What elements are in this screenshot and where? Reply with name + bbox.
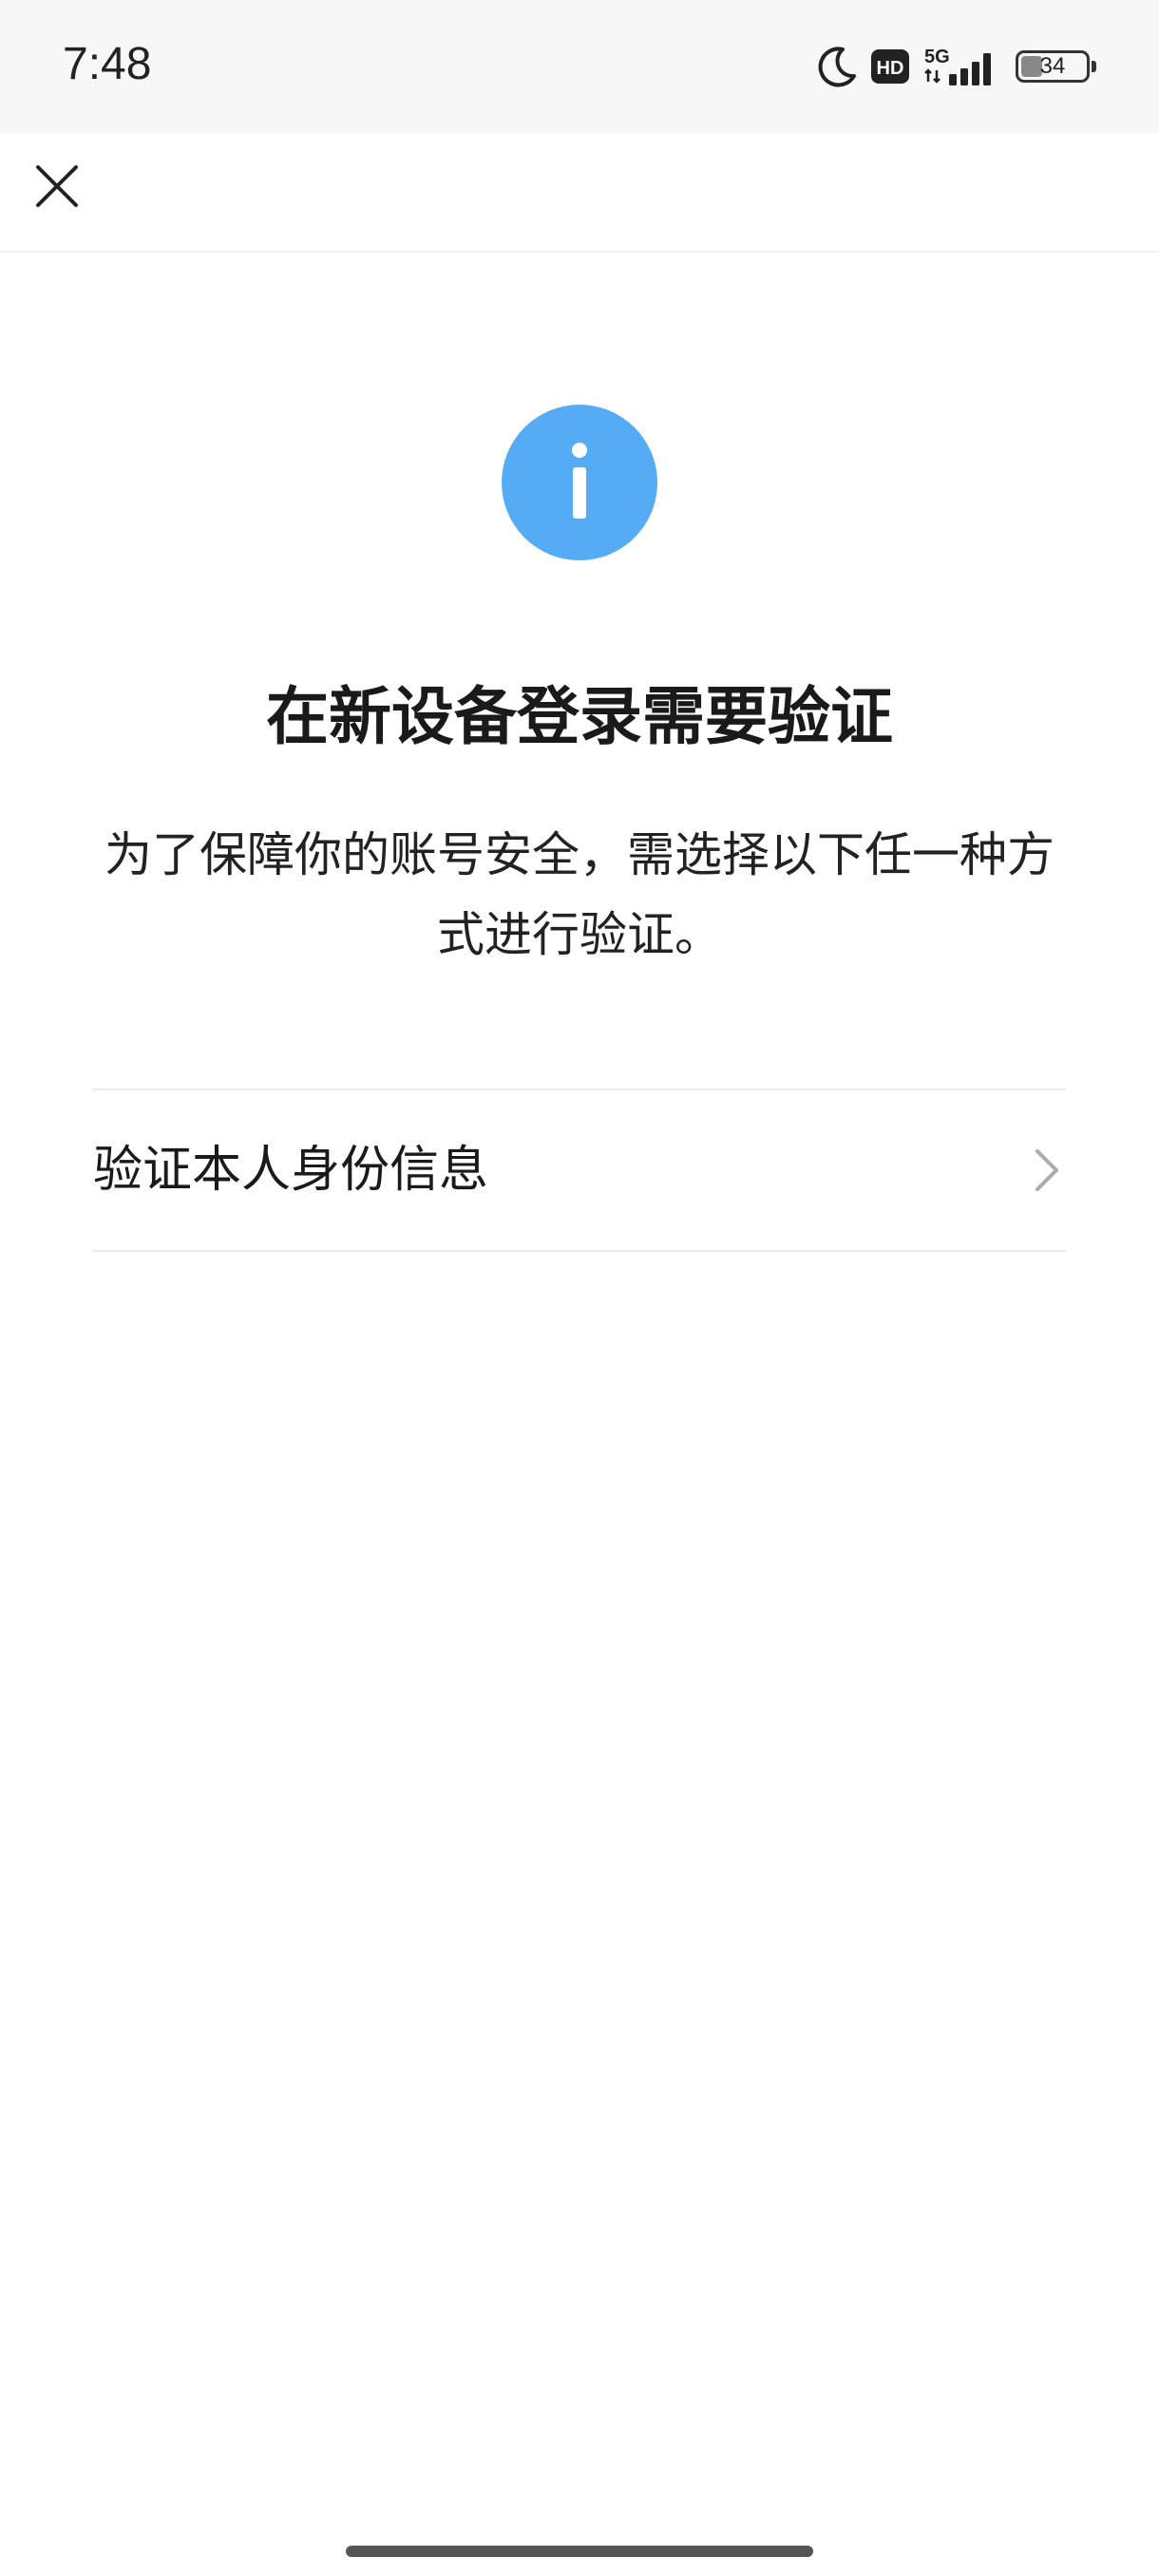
verify-identity-option[interactable]: 验证本人身份信息 <box>93 1090 1066 1250</box>
status-icons: HD 5G 34 <box>816 42 1096 91</box>
verification-options: 验证本人身份信息 <box>93 1089 1066 1252</box>
status-bar: 7:48 HD 5G 34 <box>0 0 1159 133</box>
page-title: 在新设备登录需要验证 <box>266 680 893 753</box>
moon-icon <box>816 46 858 87</box>
battery-level: 34 <box>1039 53 1066 79</box>
chevron-right-icon <box>1028 1142 1066 1199</box>
close-icon <box>35 164 79 212</box>
top-bar <box>0 133 1159 253</box>
svg-text:HD: HD <box>877 58 904 79</box>
option-label: 验证本人身份信息 <box>93 1142 489 1199</box>
page-description: 为了保障你的账号安全，需选择以下任一种方式进行验证。 <box>104 827 1054 962</box>
hd-icon: HD <box>871 49 909 84</box>
battery-icon: 34 <box>1016 50 1096 83</box>
info-icon <box>502 405 657 560</box>
status-time: 7:48 <box>63 39 152 89</box>
home-indicator <box>346 2546 813 2557</box>
close-button[interactable] <box>19 150 95 226</box>
signal-5g-icon: 5G <box>922 46 1002 87</box>
svg-text:5G: 5G <box>924 47 950 67</box>
